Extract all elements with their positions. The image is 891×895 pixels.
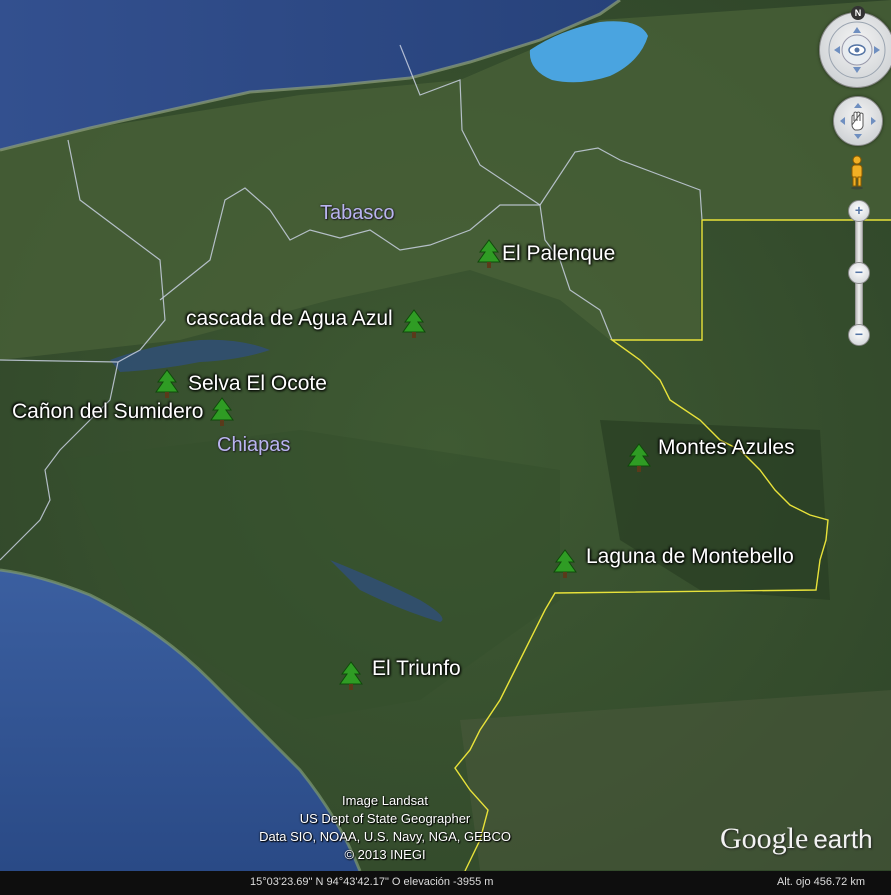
region-label-tabasco: Tabasco	[320, 202, 395, 224]
placemark-label: El Palenque	[502, 242, 616, 265]
zoom-knob[interactable]: −	[848, 262, 870, 284]
placemark-label: El Triunfo	[372, 657, 461, 680]
green-tree-icon	[339, 661, 363, 690]
navigation-controls: N + − −	[811, 0, 891, 360]
green-tree-icon	[627, 443, 651, 472]
hand-move-icon	[840, 103, 876, 139]
zoom-slider[interactable]: + − −	[847, 200, 870, 346]
eye-altitude: Alt. ojo 456.72 km	[776, 876, 865, 888]
region-label-chiapas: Chiapas	[217, 434, 291, 456]
google-earth-logo: Google earth	[720, 822, 873, 856]
attribution-line: Data SIO, NOAA, U.S. Navy, NGA, GEBCO	[259, 829, 511, 844]
attribution-line: US Dept of State Geographer	[299, 811, 471, 826]
zoom-out-button[interactable]: −	[848, 324, 870, 346]
look-compass-icon	[828, 21, 886, 79]
attribution-line: © 2013 INEGI	[344, 847, 426, 862]
placemark-label: Cañon del Sumidero	[12, 400, 204, 423]
placemark-laguna-de-montebello[interactable]: Laguna de Montebello	[552, 545, 794, 580]
placemark-el-triunfo[interactable]: El Triunfo	[338, 657, 461, 692]
zoom-in-button[interactable]: +	[848, 200, 870, 222]
placemark-label: Laguna de Montebello	[586, 545, 794, 568]
green-tree-icon	[401, 309, 426, 338]
green-tree-icon	[553, 549, 577, 578]
pegman-icon[interactable]	[849, 154, 865, 190]
placemark-label: Selva El Ocote	[188, 372, 327, 395]
placemark-label: Montes Azules	[658, 436, 795, 459]
logo-google-text: Google	[720, 822, 809, 855]
placemark-canon-del-sumidero[interactable]: Cañon del Sumidero	[12, 396, 235, 428]
cursor-coordinates: 15°03'23.69" N 94°43'42.17" O elevación …	[250, 876, 494, 888]
north-indicator[interactable]: N	[851, 6, 865, 20]
move-control[interactable]	[833, 96, 883, 146]
look-compass[interactable]: N	[819, 6, 891, 88]
green-tree-icon	[210, 397, 235, 426]
map-view[interactable]: Tabasco Chiapas El Palenque cascada de A…	[0, 0, 891, 895]
placemark-montes-azules[interactable]: Montes Azules	[626, 436, 795, 474]
logo-earth-text: earth	[813, 824, 873, 854]
placemark-label: cascada de Agua Azul	[186, 307, 393, 330]
placemark-cascada-agua-azul[interactable]: cascada de Agua Azul	[186, 298, 427, 340]
status-bar: 15°03'23.69" N 94°43'42.17" O elevación …	[0, 871, 891, 895]
attribution-line: Image Landsat	[341, 793, 428, 808]
green-tree-icon	[477, 239, 501, 268]
imagery-attribution: Image Landsat US Dept of State Geographe…	[220, 792, 550, 864]
placemark-el-palenque[interactable]: El Palenque	[476, 238, 615, 270]
